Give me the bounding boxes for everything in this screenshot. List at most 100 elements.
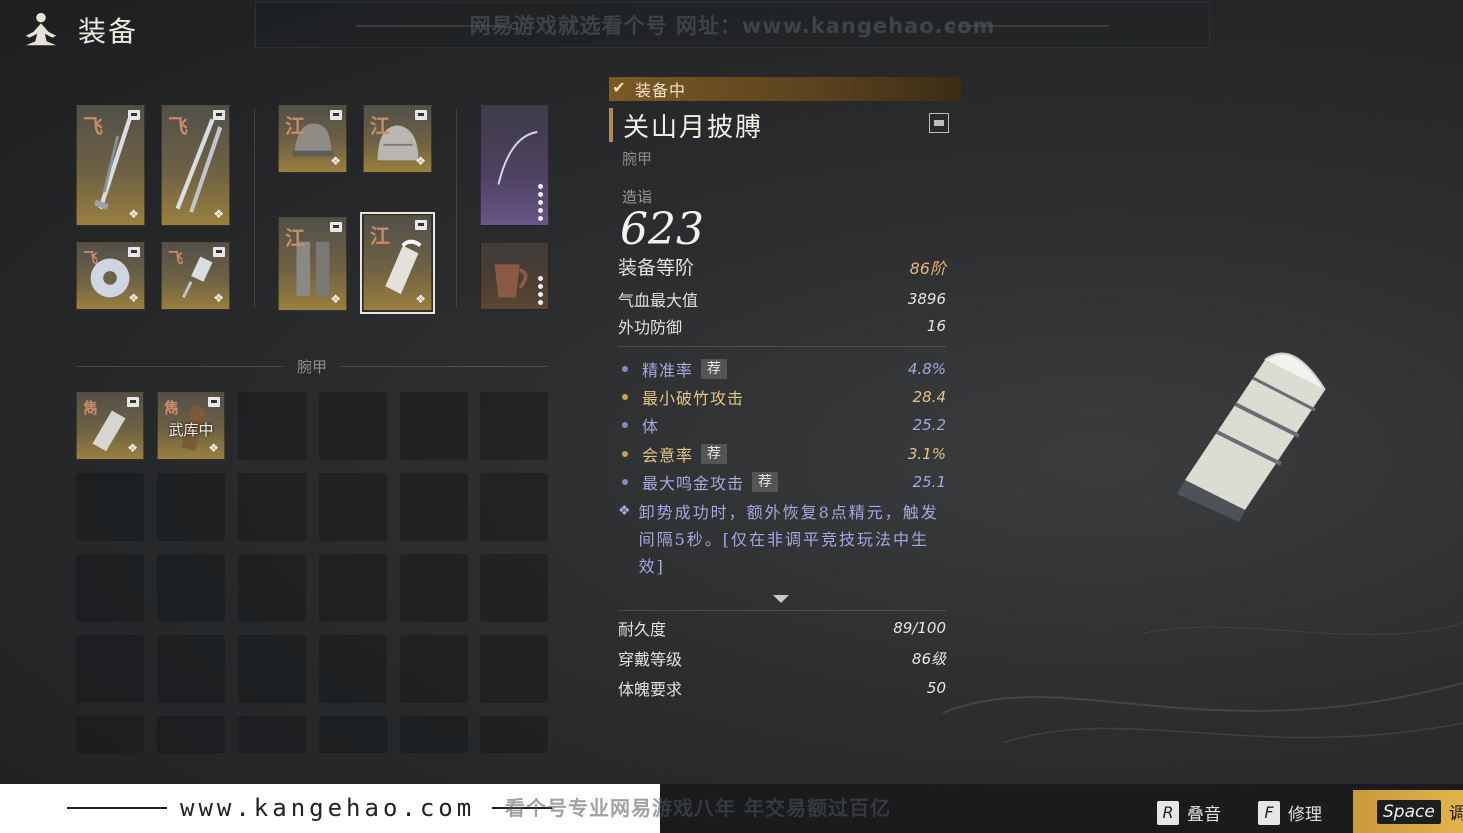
- armor-slot-bracer-selected[interactable]: 江 ❖: [360, 212, 435, 314]
- gem-icon: ❖: [213, 207, 224, 221]
- score-value: 623: [620, 204, 704, 255]
- inventory-empty-cell[interactable]: [238, 716, 306, 753]
- tier-label: 装备等阶: [618, 257, 695, 279]
- lock-icon[interactable]: [929, 113, 949, 133]
- inventory-empty-cell[interactable]: [76, 554, 144, 622]
- inventory-empty-cell[interactable]: [157, 473, 225, 541]
- inventory-empty-cell[interactable]: [400, 392, 468, 460]
- inventory-empty-cell[interactable]: [400, 473, 468, 541]
- armor-slot-legs[interactable]: 江 ❖: [278, 217, 347, 311]
- gem-icon: ❖: [128, 207, 139, 221]
- key-cap: F: [1258, 800, 1280, 825]
- inventory-empty-cell[interactable]: [157, 635, 225, 703]
- accessory-slot-ring[interactable]: 飞 ❖: [76, 242, 145, 310]
- inventory-empty-cell[interactable]: [319, 554, 387, 622]
- base-stat-row: 气血最大值 3896: [618, 287, 946, 311]
- inventory-empty-cell[interactable]: [319, 473, 387, 541]
- affix-row: 最大鸣金攻击 荐 25.1: [622, 470, 946, 494]
- affix-label: 会意率: [642, 446, 694, 465]
- item-tag: 飞: [168, 114, 188, 138]
- divider: [76, 365, 283, 367]
- inventory-empty-cell[interactable]: [76, 716, 144, 753]
- item-type: 腕甲: [622, 150, 653, 168]
- armor-slot-helmet[interactable]: 江 ❖: [278, 105, 347, 173]
- inventory-empty-cell[interactable]: [157, 716, 225, 753]
- inventory-section-label: 腕甲: [297, 357, 328, 376]
- stat-value: 16: [926, 317, 946, 335]
- affix-value: 25.2: [912, 416, 946, 434]
- bottom-watermark-text: 看个号专业网易游戏八年 年交易额过百亿: [505, 796, 891, 820]
- affix-label: 最小破竹攻击: [642, 389, 745, 408]
- divider: [341, 365, 549, 367]
- inventory-empty-cell[interactable]: [238, 635, 306, 703]
- water-ripple-decoration: [943, 622, 1463, 744]
- item-name-row: 关山月披膊: [609, 107, 949, 143]
- special-slot-bow[interactable]: [480, 105, 549, 226]
- ornament-left: [356, 22, 518, 30]
- item-tag: 江: [285, 226, 305, 250]
- inventory-empty-cell[interactable]: [319, 392, 387, 460]
- inventory-empty-cell[interactable]: [238, 554, 306, 622]
- inventory-empty-cell[interactable]: [400, 635, 468, 703]
- equipped-status-label: 装备中: [635, 81, 687, 100]
- stat-value: 3896: [907, 290, 946, 308]
- inventory-item-in-armory[interactable]: 雋 武库中 ❖: [157, 392, 225, 460]
- affix-label: 最大鸣金攻击: [642, 474, 745, 493]
- stat-label: 耐久度: [618, 620, 667, 639]
- inventory-empty-cell[interactable]: [157, 554, 225, 622]
- inventory-empty-cell[interactable]: [480, 554, 548, 622]
- inventory-empty-cell[interactable]: [400, 554, 468, 622]
- inventory-empty-cell[interactable]: [319, 635, 387, 703]
- affix-row: 精准率 荐 4.8%: [622, 357, 946, 381]
- stat-label: 气血最大值: [618, 291, 699, 310]
- inventory-empty-cell[interactable]: [76, 473, 144, 541]
- item-tag: 雋: [83, 399, 99, 417]
- tier-value: 86阶: [909, 258, 946, 278]
- key-cap: R: [1157, 800, 1179, 825]
- footer-stat-row: 耐久度 89/100: [618, 616, 946, 640]
- recommended-badge: 荐: [701, 359, 728, 379]
- inventory-empty-cell[interactable]: [238, 473, 306, 541]
- inventory-empty-cell[interactable]: [480, 716, 548, 753]
- item-tag: 雋: [164, 399, 180, 417]
- inventory-empty-cell[interactable]: [480, 392, 548, 460]
- inventory-empty-cell[interactable]: [480, 635, 548, 703]
- affix-label: 体: [642, 417, 660, 436]
- accessory-slot-pendant[interactable]: 飞 ❖: [161, 242, 230, 310]
- weapon-slot-main[interactable]: 飞 ❖: [76, 105, 145, 226]
- expand-chevron-down-icon[interactable]: [773, 595, 789, 603]
- footer-stat-row: 体魄要求 50: [618, 676, 946, 700]
- inventory-empty-cell[interactable]: [400, 716, 468, 753]
- special-slot-cup[interactable]: [480, 242, 549, 310]
- stat-value: 50: [926, 679, 946, 697]
- inventory-empty-cell[interactable]: [238, 392, 306, 460]
- meditation-icon: [25, 12, 57, 46]
- lock-badge-icon: [213, 247, 225, 257]
- affix-bullet: [622, 366, 628, 372]
- lock-badge-icon: [127, 397, 139, 407]
- inventory-empty-cell[interactable]: [480, 473, 548, 541]
- item-tag: 江: [285, 114, 305, 138]
- inventory-empty-cell[interactable]: [319, 716, 387, 753]
- armor-slot-chest[interactable]: 江 ❖: [363, 105, 432, 173]
- weapon-slot-secondary[interactable]: 飞 ❖: [161, 105, 230, 226]
- more-options-icon[interactable]: [538, 184, 544, 221]
- affix-label: 精准率: [642, 361, 694, 380]
- action-label: 修理: [1288, 805, 1322, 825]
- tier-row: 装备等阶 86阶: [618, 253, 946, 280]
- space-action-button[interactable]: Space 调: [1353, 790, 1463, 833]
- action-label: 叠音: [1187, 805, 1221, 825]
- repair-action[interactable]: F 修理: [1258, 800, 1322, 825]
- more-options-icon[interactable]: [538, 276, 544, 305]
- affix-bullet: [622, 422, 628, 428]
- inventory-empty-cell[interactable]: [76, 635, 144, 703]
- stack-sound-action[interactable]: R 叠音: [1157, 800, 1221, 825]
- armory-status-label: 武库中: [168, 421, 214, 439]
- stat-value: 86级: [911, 649, 946, 668]
- gem-icon: ❖: [415, 154, 426, 168]
- check-icon: ✔: [612, 78, 626, 97]
- lock-badge-icon: [208, 397, 220, 407]
- base-stat-row: 外功防御 16: [618, 314, 946, 338]
- divider: [618, 346, 946, 347]
- inventory-item[interactable]: 雋 ❖: [76, 392, 144, 460]
